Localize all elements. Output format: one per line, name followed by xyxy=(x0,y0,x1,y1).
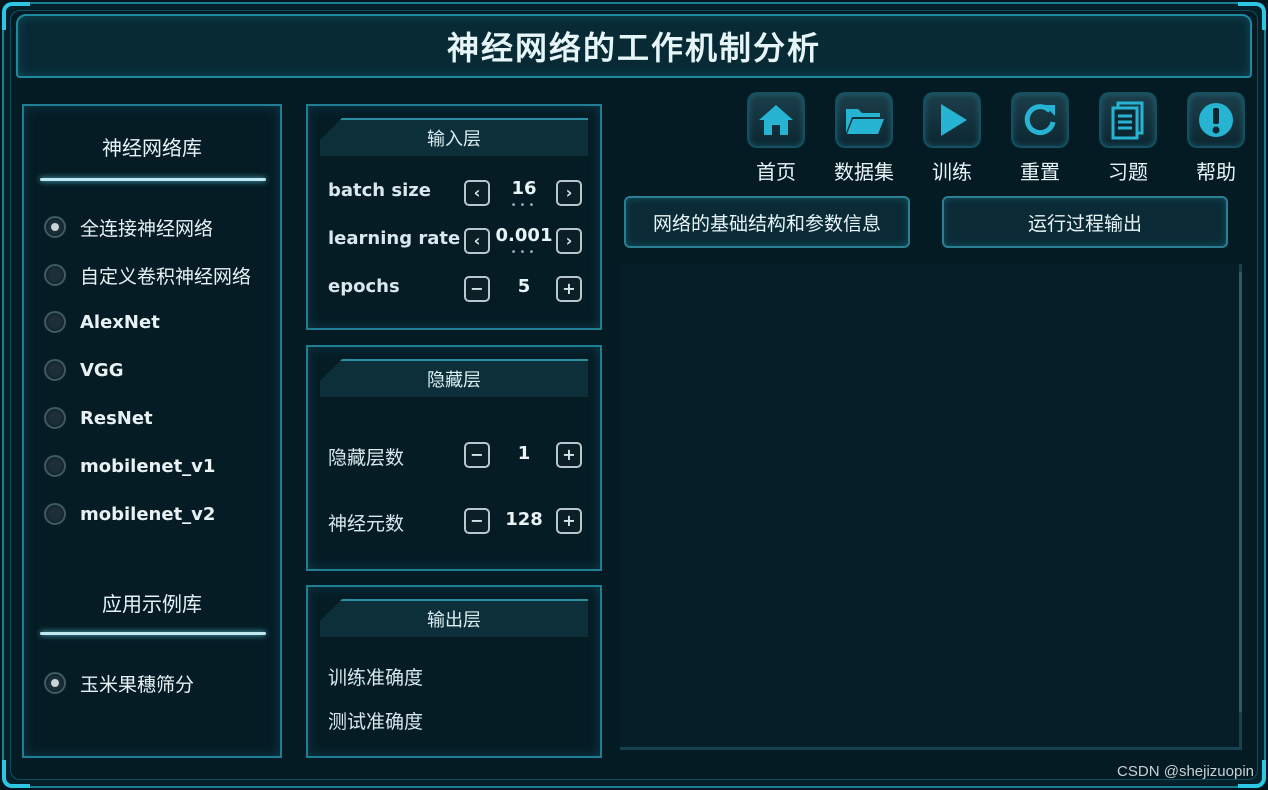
reset-label: 重置 xyxy=(1020,160,1060,184)
batch-size-increment-button[interactable]: › xyxy=(556,180,582,206)
library-item-label: AlexNet xyxy=(80,311,160,333)
hidden-layers-value[interactable]: 1 xyxy=(494,443,554,464)
library-item-label: ResNet xyxy=(80,407,153,429)
train-accuracy-label: 训练准确度 xyxy=(328,667,424,689)
input-layer-panel: 输入层 batch size ‹ 16 ••• › learning rate … xyxy=(306,104,602,330)
library-item-resnet[interactable]: ResNet xyxy=(44,403,153,433)
library-item-label: 自定义卷积神经网络 xyxy=(80,265,252,288)
output-scrollbar[interactable] xyxy=(1239,272,1242,712)
epochs-value[interactable]: 5 xyxy=(494,276,554,297)
examples-title: 应用示例库 xyxy=(102,592,202,616)
hidden-layers-increment-button[interactable]: + xyxy=(556,442,582,468)
watermark: CSDN @shejizuopin xyxy=(1117,763,1254,780)
reset-icon[interactable] xyxy=(1011,92,1069,148)
radio-selected-icon[interactable] xyxy=(44,216,66,238)
library-item-label: mobilenet_v1 xyxy=(80,455,216,477)
hidden-layer-panel: 隐藏层 隐藏层数 − 1 + 神经元数 − 128 + xyxy=(306,345,602,571)
library-item-label: mobilenet_v2 xyxy=(80,503,216,525)
folder-icon[interactable] xyxy=(835,92,893,148)
help-button[interactable]: 帮助 xyxy=(1186,92,1246,185)
library-item-mobilenet-v1[interactable]: mobilenet_v1 xyxy=(44,451,215,481)
test-accuracy-label: 测试准确度 xyxy=(328,711,424,733)
learning-rate-value[interactable]: 0.001 xyxy=(494,225,554,246)
example-item-label: 玉米果穗筛分 xyxy=(80,673,195,696)
hidden-layers-label: 隐藏层数 xyxy=(328,447,405,469)
home-label: 首页 xyxy=(756,160,796,184)
library-title: 神经网络库 xyxy=(102,136,202,160)
tab-network-structure[interactable]: 网络的基础结构和参数信息 xyxy=(624,196,910,248)
batch-size-decrement-button[interactable]: ‹ xyxy=(464,180,490,206)
help-label: 帮助 xyxy=(1196,160,1236,184)
dataset-label: 数据集 xyxy=(834,160,894,184)
learning-rate-decrement-button[interactable]: ‹ xyxy=(464,228,490,254)
hidden-layers-decrement-button[interactable]: − xyxy=(464,442,490,468)
radio-icon[interactable] xyxy=(44,407,66,429)
neurons-value[interactable]: 128 xyxy=(494,509,554,530)
play-icon[interactable] xyxy=(923,92,981,148)
output-text-area[interactable] xyxy=(620,264,1242,750)
batch-size-label: batch size xyxy=(328,180,431,201)
library-item-fc[interactable]: 全连接神经网络 xyxy=(44,212,213,242)
train-label: 训练 xyxy=(932,160,972,184)
learning-rate-increment-button[interactable]: › xyxy=(556,228,582,254)
library-item-vgg[interactable]: VGG xyxy=(44,355,123,385)
page-title: 神经网络的工作机制分析 xyxy=(446,29,821,67)
train-button[interactable]: 训练 xyxy=(922,92,982,185)
epochs-decrement-button[interactable]: − xyxy=(464,276,490,302)
examples-divider xyxy=(40,632,266,635)
library-divider xyxy=(40,178,266,181)
library-item-alexnet[interactable]: AlexNet xyxy=(44,307,160,337)
radio-icon[interactable] xyxy=(44,455,66,477)
example-item-corn[interactable]: 玉米果穗筛分 xyxy=(44,668,194,698)
exercises-button[interactable]: 习题 xyxy=(1098,92,1158,185)
learning-rate-label: learning rate xyxy=(328,228,461,249)
epochs-increment-button[interactable]: + xyxy=(556,276,582,302)
help-icon[interactable] xyxy=(1187,92,1245,148)
neurons-decrement-button[interactable]: − xyxy=(464,508,490,534)
output-layer-panel: 输出层 训练准确度 测试准确度 xyxy=(306,585,602,758)
batch-size-value[interactable]: 16 xyxy=(494,178,554,199)
radio-icon[interactable] xyxy=(44,359,66,381)
title-bar: 神经网络的工作机制分析 xyxy=(16,14,1252,78)
frame-corner xyxy=(2,760,30,788)
library-item-custom-cnn[interactable]: 自定义卷积神经网络 xyxy=(44,260,251,290)
document-icon[interactable] xyxy=(1099,92,1157,148)
radio-icon[interactable] xyxy=(44,311,66,333)
library-item-label: 全连接神经网络 xyxy=(80,217,214,240)
output-layer-title: 输出层 xyxy=(320,599,588,637)
epochs-label: epochs xyxy=(328,276,400,297)
value-indicator-dots: ••• xyxy=(510,200,538,211)
radio-icon[interactable] xyxy=(44,264,66,286)
radio-icon[interactable] xyxy=(44,503,66,525)
network-library-panel: 神经网络库 全连接神经网络 自定义卷积神经网络 AlexNet VGG ResN… xyxy=(22,104,282,758)
value-indicator-dots: ••• xyxy=(510,247,538,258)
input-layer-title: 输入层 xyxy=(320,118,588,156)
tab-run-output[interactable]: 运行过程输出 xyxy=(942,196,1228,248)
library-item-mobilenet-v2[interactable]: mobilenet_v2 xyxy=(44,499,215,529)
radio-selected-icon[interactable] xyxy=(44,672,66,694)
exercises-label: 习题 xyxy=(1108,160,1148,184)
neurons-label: 神经元数 xyxy=(328,513,405,535)
hidden-layer-title: 隐藏层 xyxy=(320,359,588,397)
dataset-button[interactable]: 数据集 xyxy=(834,92,894,185)
neurons-increment-button[interactable]: + xyxy=(556,508,582,534)
home-button[interactable]: 首页 xyxy=(746,92,806,185)
reset-button[interactable]: 重置 xyxy=(1010,92,1070,185)
library-item-label: VGG xyxy=(80,359,124,381)
home-icon[interactable] xyxy=(747,92,805,148)
